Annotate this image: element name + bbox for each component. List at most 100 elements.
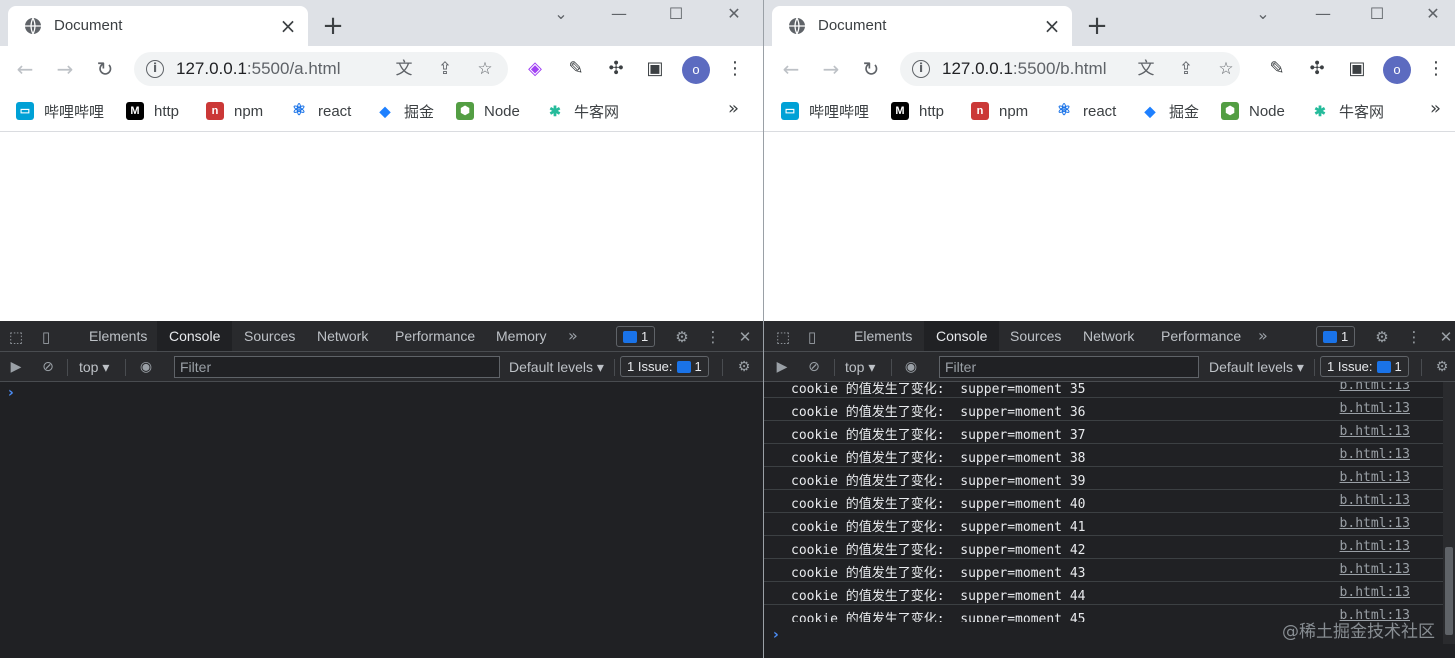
translate-icon[interactable]: 文 (1134, 57, 1158, 81)
bookmark-juejin[interactable]: ◆ 掘金 (1141, 100, 1199, 122)
share-icon[interactable]: ⇪ (1174, 57, 1198, 81)
maximize-icon[interactable]: ☐ (1364, 2, 1390, 26)
console-settings-gear-icon[interactable]: ⚙ (734, 357, 754, 377)
star-icon[interactable]: ☆ (1214, 57, 1238, 81)
tab-elements[interactable]: Elements (842, 321, 924, 351)
new-tab-button[interactable]: + (1082, 12, 1112, 42)
live-expression-eye-icon[interactable]: ◉ (901, 357, 921, 377)
more-bookmarks-icon[interactable]: » (1430, 98, 1441, 119)
eyedropper-extension-icon[interactable]: ✎ (563, 56, 589, 82)
log-source-link[interactable]: b.html:13 (1340, 493, 1410, 508)
issue-counter[interactable]: 1 Issue: 1 (620, 356, 709, 377)
bookmark-react[interactable]: ⚛ react (1055, 100, 1117, 122)
bookmark-http[interactable]: Mhttp (891, 100, 944, 122)
log-source-link[interactable]: b.html:13 (1340, 539, 1410, 554)
log-source-link[interactable]: b.html:13 (1340, 401, 1410, 416)
issue-counter[interactable]: 1 Issue: 1 (1320, 356, 1409, 377)
sidebar-toggle-icon[interactable]: ▶ (772, 357, 792, 377)
console-settings-gear-icon[interactable]: ⚙ (1432, 357, 1452, 377)
devtools-menu-icon[interactable]: ⋮ (703, 327, 723, 347)
log-source-link[interactable]: b.html:13 (1340, 516, 1410, 531)
device-toolbar-icon[interactable]: ▯ (36, 327, 56, 347)
close-tab-icon[interactable]: × (278, 16, 298, 36)
address-bar[interactable]: i 127.0.0.1:5500/b.html 文 ⇪ ☆ (900, 52, 1240, 86)
close-window-icon[interactable]: ✕ (721, 2, 747, 26)
bookmark-http[interactable]: Mhttp (126, 100, 179, 122)
star-icon[interactable]: ☆ (473, 57, 497, 81)
log-source-link[interactable]: b.html:13 (1340, 470, 1410, 485)
tab-console[interactable]: Console (924, 321, 1000, 351)
browser-tab[interactable]: Document × (772, 6, 1072, 46)
more-tabs-icon[interactable]: » (1258, 326, 1268, 345)
issues-badge[interactable]: 1 (616, 326, 656, 347)
close-window-icon[interactable]: ✕ (1420, 2, 1446, 26)
live-expression-eye-icon[interactable]: ◉ (136, 357, 156, 377)
bookmark-react[interactable]: ⚛ react (290, 100, 352, 122)
log-source-link[interactable]: b.html:13 (1340, 447, 1410, 462)
tab-performance[interactable]: Performance (1149, 321, 1253, 351)
tab-sources[interactable]: Sources (998, 321, 1073, 351)
context-selector[interactable]: top ▾ (79, 357, 109, 377)
console-prompt[interactable]: › (8, 385, 14, 401)
tab-search-chevron-icon[interactable]: ⌄ (1250, 2, 1276, 26)
close-devtools-icon[interactable]: ✕ (735, 327, 755, 347)
tab-memory[interactable]: Memory (484, 321, 559, 351)
info-icon[interactable]: i (146, 60, 164, 78)
tab-performance[interactable]: Performance (383, 321, 487, 351)
settings-gear-icon[interactable]: ⚙ (672, 327, 692, 347)
tab-network[interactable]: Network (305, 321, 380, 351)
menu-kebab-icon[interactable]: ⋮ (1423, 56, 1449, 82)
close-tab-icon[interactable]: × (1042, 16, 1062, 36)
profile-avatar[interactable]: o (682, 56, 710, 84)
log-source-link[interactable]: b.html:13 (1340, 382, 1410, 393)
browser-tab[interactable]: Document × (8, 6, 308, 46)
clear-console-icon[interactable]: ⊘ (804, 357, 824, 377)
context-selector[interactable]: top ▾ (845, 357, 875, 377)
extension-purple-icon[interactable]: ◈ (522, 56, 548, 82)
eyedropper-extension-icon[interactable]: ✎ (1264, 56, 1290, 82)
tab-network[interactable]: Network (1071, 321, 1146, 351)
menu-kebab-icon[interactable]: ⋮ (722, 56, 748, 82)
levels-dropdown[interactable]: Default levels ▾ (1209, 357, 1304, 377)
side-panel-icon[interactable]: ▣ (642, 56, 668, 82)
inspect-element-icon[interactable]: ⬚ (773, 327, 793, 347)
forward-arrow-icon[interactable]: → (816, 54, 846, 84)
settings-gear-icon[interactable]: ⚙ (1372, 327, 1392, 347)
maximize-icon[interactable]: ☐ (663, 2, 689, 26)
reload-icon[interactable]: ↻ (856, 54, 886, 84)
side-panel-icon[interactable]: ▣ (1344, 56, 1370, 82)
inspect-element-icon[interactable]: ⬚ (6, 327, 26, 347)
tab-search-chevron-icon[interactable]: ⌄ (548, 2, 574, 26)
bookmark-node[interactable]: ⬢ Node (1221, 100, 1285, 122)
translate-icon[interactable]: 文 (392, 57, 416, 81)
tab-sources[interactable]: Sources (232, 321, 307, 351)
new-tab-button[interactable]: + (318, 12, 348, 42)
more-tabs-icon[interactable]: » (568, 326, 578, 345)
log-source-link[interactable]: b.html:13 (1340, 585, 1410, 600)
bookmark-nowcoder[interactable]: ✱ 牛客网 (546, 100, 619, 122)
scrollbar-thumb[interactable] (1445, 547, 1453, 635)
back-arrow-icon[interactable]: ← (776, 54, 806, 84)
log-source-link[interactable]: b.html:13 (1340, 424, 1410, 439)
filter-input[interactable]: Filter (174, 356, 500, 378)
forward-arrow-icon[interactable]: → (50, 54, 80, 84)
bookmark-npm[interactable]: n npm (971, 100, 1028, 122)
sidebar-toggle-icon[interactable]: ▶ (6, 357, 26, 377)
minimize-icon[interactable]: — (1310, 2, 1336, 26)
reload-icon[interactable]: ↻ (90, 54, 120, 84)
more-bookmarks-icon[interactable]: » (728, 98, 739, 119)
share-icon[interactable]: ⇪ (433, 57, 457, 81)
bookmark-bilibili[interactable]: ▭ 哔哩哔哩 (16, 100, 104, 122)
bookmark-nowcoder[interactable]: ✱ 牛客网 (1311, 100, 1384, 122)
levels-dropdown[interactable]: Default levels ▾ (509, 357, 604, 377)
console-scrollbar[interactable] (1443, 382, 1455, 644)
profile-avatar[interactable]: o (1383, 56, 1411, 84)
devtools-menu-icon[interactable]: ⋮ (1404, 327, 1424, 347)
puzzle-extensions-icon[interactable]: ✣ (603, 56, 629, 82)
tab-elements[interactable]: Elements (77, 321, 159, 351)
filter-input[interactable]: Filter (939, 356, 1199, 378)
device-toolbar-icon[interactable]: ▯ (802, 327, 822, 347)
minimize-icon[interactable]: — (606, 2, 632, 26)
info-icon[interactable]: i (912, 60, 930, 78)
back-arrow-icon[interactable]: ← (10, 54, 40, 84)
